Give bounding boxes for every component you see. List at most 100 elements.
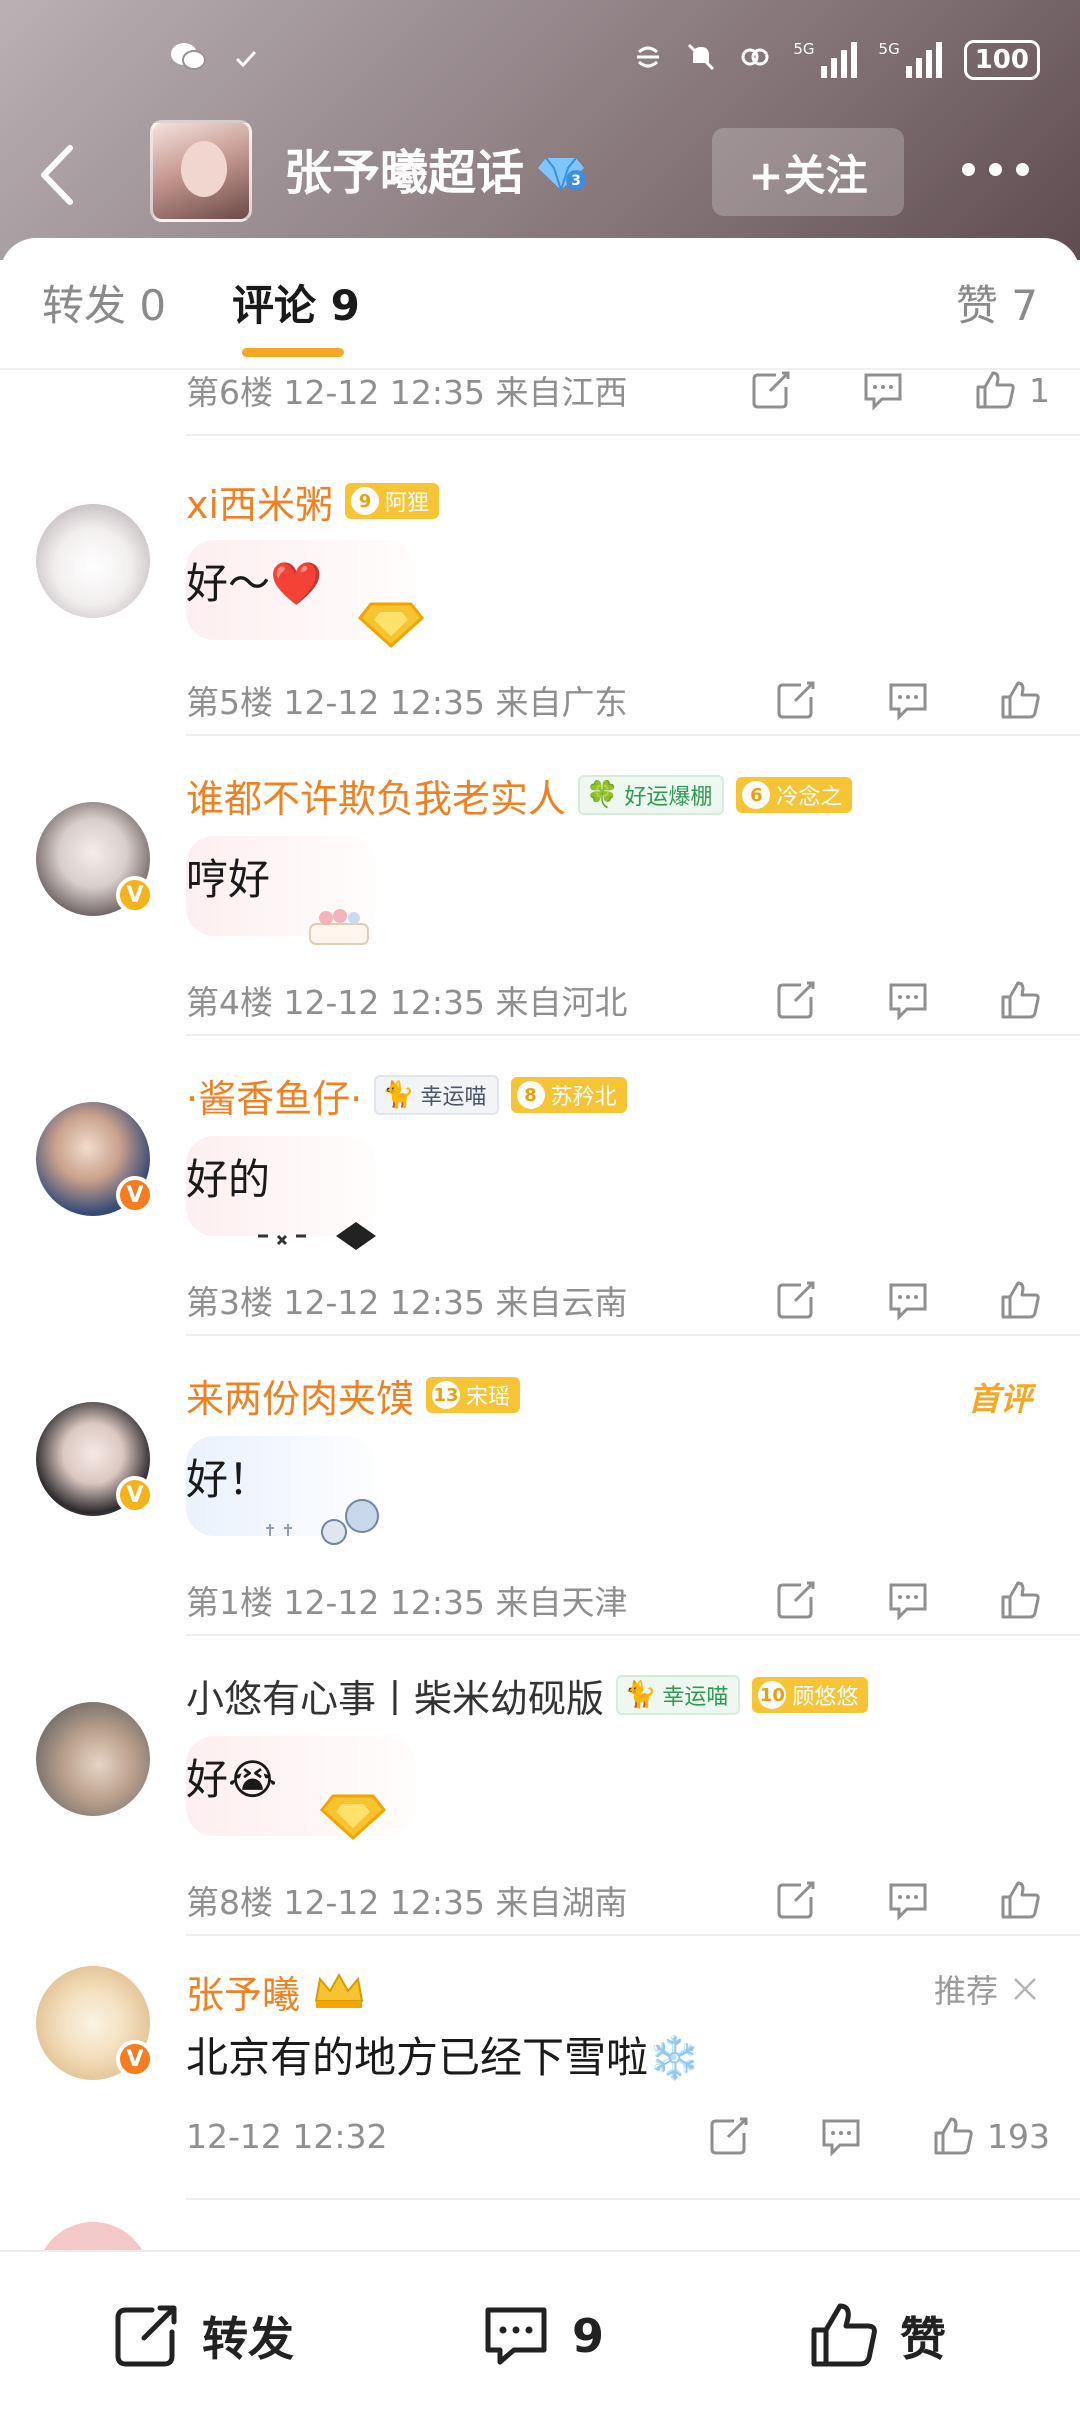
share-icon[interactable] — [766, 973, 826, 1027]
name-row: 来两份肉夹馍 13 宋瑶 — [186, 1368, 521, 1423]
tab-comment[interactable]: 评论 9 — [232, 278, 360, 357]
reply-icon[interactable] — [878, 673, 938, 727]
lucky-badge: 🍀 好运爆棚 — [578, 775, 725, 815]
bottom-action-bar: 转发 9 赞 — [0, 2250, 1080, 2412]
tab-like[interactable]: 赞 7 — [956, 278, 1038, 334]
wechat-icon — [170, 42, 206, 80]
comment-text: 好😭 — [186, 1755, 278, 1804]
comment-meta: 第4楼 12-12 12:35 来自河北 — [186, 970, 1050, 1030]
username[interactable]: 小悠有心事丨柴米幼砚版 — [186, 1668, 604, 1723]
thumbs-up-icon — [811, 2303, 877, 2367]
row-divider — [186, 2198, 1080, 2200]
username[interactable]: 来两份肉夹馍 — [186, 1368, 414, 1423]
avatar[interactable]: V — [36, 802, 154, 916]
verified-badge-icon: V — [116, 1476, 154, 1514]
topic-header: 5G 5G 100 张予曦超话 3 +关注 — [0, 0, 1080, 260]
follow-button[interactable]: +关注 — [712, 128, 904, 216]
comments-sheet: 转发 0 评论 9 赞 7 第6楼 12-12 12:35 来自江西 1 xi西… — [0, 238, 1080, 2412]
fan-level-badge: 8 苏矜北 — [510, 1077, 627, 1113]
gem-decoration-icon — [319, 1794, 387, 1841]
cake-decoration-icon — [309, 909, 369, 945]
avatar[interactable] — [36, 504, 150, 618]
reply-icon[interactable] — [878, 973, 938, 1027]
topic-avatar[interactable] — [150, 120, 252, 222]
share-icon[interactable] — [699, 2109, 759, 2163]
username[interactable]: 谁都不许欺负我老实人 — [186, 768, 566, 823]
share-icon[interactable] — [741, 370, 801, 417]
repost-button[interactable]: 转发 — [108, 2298, 294, 2374]
comment-text: 哼好 — [186, 855, 271, 904]
reply-icon[interactable] — [878, 1573, 938, 1627]
avatar[interactable] — [36, 1702, 150, 1816]
comment-meta: 第8楼 12-12 12:35 来自湖南 — [186, 1870, 1050, 1930]
fan-level-badge: 6 冷念之 — [736, 777, 853, 813]
lucky-cat-badge: 🐈 幸运喵 — [374, 1075, 499, 1115]
reply-icon[interactable] — [878, 1273, 938, 1327]
avatar[interactable]: V — [36, 1966, 154, 2080]
chevron-left-icon — [41, 145, 73, 205]
vpn-icon — [633, 42, 663, 79]
reply-icon[interactable] — [878, 1873, 938, 1927]
status-right: 5G 5G 100 — [633, 40, 1040, 80]
tab-bar: 转发 0 评论 9 赞 7 — [0, 238, 1080, 368]
repost-icon — [115, 2305, 177, 2367]
like-icon[interactable] — [990, 1573, 1050, 1627]
fan-level-badge: 9 阿狸 — [345, 483, 440, 519]
clover-icon: 🍀 — [586, 780, 619, 810]
username[interactable]: xi西米粥 — [186, 474, 333, 529]
first-comment-label: 首评 — [967, 1380, 1032, 1418]
more-options-icon[interactable] — [962, 154, 1032, 184]
comment-meta: 第5楼 12-12 12:35 来自广东 — [186, 670, 1050, 730]
verified-badge-icon: V — [116, 2040, 154, 2078]
signal-icon-1: 5G — [793, 42, 857, 78]
name-row: 谁都不许欺负我老实人 🍀 好运爆棚 6 冷念之 — [186, 768, 853, 823]
crown-badge-icon — [314, 1972, 364, 2008]
cat-icon: 🐈 — [624, 1680, 657, 1710]
avatar-partial[interactable] — [36, 2222, 150, 2250]
username[interactable]: 张予曦 — [186, 1964, 300, 2019]
comment-text: 好的 — [186, 1155, 271, 1204]
comment-meta: 第3楼 12-12 12:35 来自云南 — [186, 1270, 1050, 1330]
diamond-level-icon: 3 — [538, 157, 587, 192]
battery-indicator: 100 — [963, 40, 1040, 80]
status-left — [170, 42, 258, 80]
like-icon[interactable] — [965, 370, 1025, 417]
username[interactable]: ·酱香鱼仔· — [186, 1068, 362, 1123]
verified-badge-icon: V — [116, 1176, 154, 1214]
like-button[interactable]: 赞 — [806, 2298, 946, 2374]
reply-icon[interactable] — [811, 2109, 871, 2163]
like-icon[interactable] — [923, 2109, 983, 2163]
like-icon[interactable] — [990, 1873, 1050, 1927]
comment-text: 好～❤️ — [186, 559, 323, 608]
reply-icon[interactable] — [853, 370, 913, 417]
cat-icon: 🐈 — [382, 1080, 415, 1110]
comment-icon — [485, 2307, 547, 2365]
share-icon[interactable] — [766, 1273, 826, 1327]
share-icon[interactable] — [766, 1573, 826, 1627]
status-bar: 5G 5G 100 — [0, 0, 1080, 120]
comment-list[interactable]: 第6楼 12-12 12:35 来自江西 1 xi西米粥 9 阿狸 好～❤️ 第… — [0, 370, 1080, 2250]
avatar[interactable]: V — [36, 1402, 154, 1516]
name-row: 张予曦 — [186, 1964, 366, 2019]
like-icon[interactable] — [990, 673, 1050, 727]
share-icon[interactable] — [766, 673, 826, 727]
name-row: 小悠有心事丨柴米幼砚版 🐈 幸运喵 10 顾悠悠 — [186, 1668, 869, 1723]
comment-button[interactable]: 9 — [478, 2298, 604, 2374]
share-icon[interactable] — [766, 1873, 826, 1927]
fan-level-badge: 13 宋瑶 — [426, 1377, 521, 1413]
avatar[interactable]: V — [36, 1102, 154, 1216]
like-icon[interactable] — [990, 1273, 1050, 1327]
back-button[interactable] — [30, 140, 90, 210]
rose-decoration-icon — [266, 1499, 379, 1545]
name-row: ·酱香鱼仔· 🐈 幸运喵 8 苏矜北 — [186, 1068, 627, 1123]
comment-meta: 12-12 12:32 193 — [186, 2106, 1050, 2166]
name-row: xi西米粥 9 阿狸 — [186, 474, 440, 529]
close-icon[interactable] — [1010, 1974, 1040, 2004]
like-icon[interactable] — [990, 973, 1050, 1027]
comment-text: 好！ — [186, 1455, 271, 1504]
link-icon — [739, 41, 771, 80]
recommend-label[interactable]: 推荐 — [934, 1966, 1040, 2012]
tab-repost[interactable]: 转发 0 — [42, 278, 166, 334]
bow-decoration-icon — [258, 1222, 376, 1250]
topic-title-group[interactable]: 张予曦超话 3 — [284, 140, 588, 206]
